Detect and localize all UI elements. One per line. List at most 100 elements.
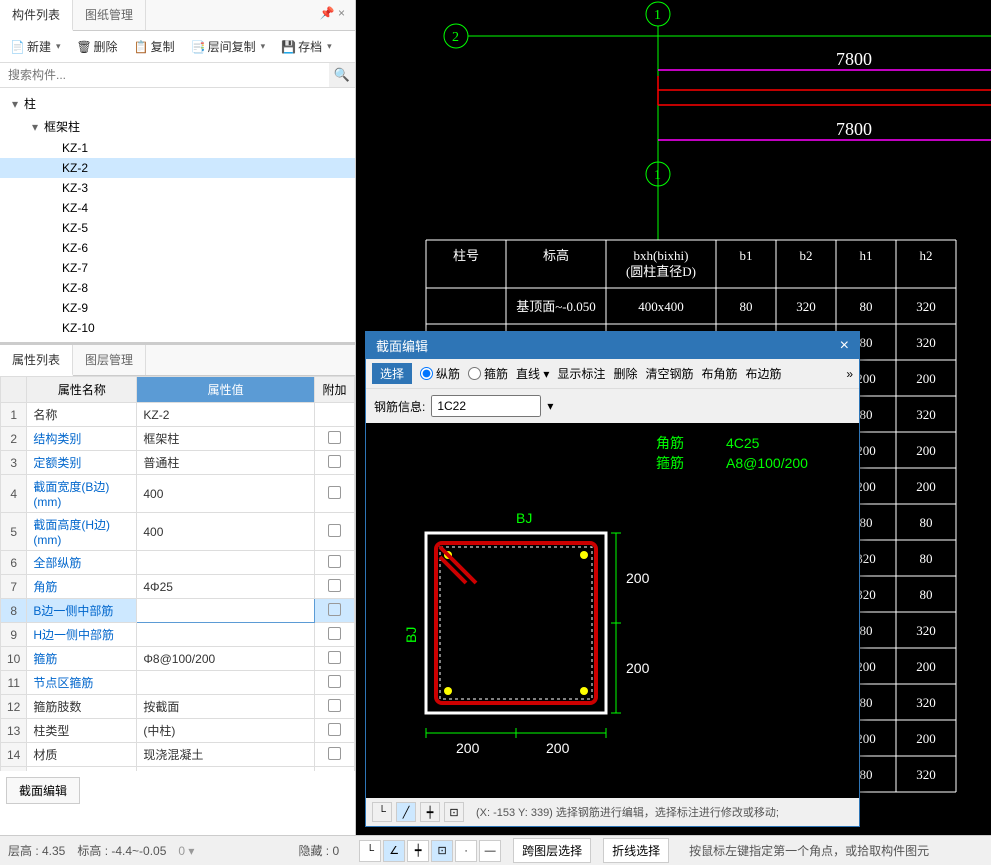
rebar-info-input[interactable] [431, 395, 541, 417]
svg-text:80: 80 [920, 587, 933, 602]
cross-layer-select-button[interactable]: 跨图层选择 [513, 838, 591, 863]
svg-text:200: 200 [456, 740, 480, 756]
property-row[interactable]: 2 结构类别 框架柱 [1, 427, 355, 451]
delete-button[interactable]: 🗑删除 [71, 35, 124, 58]
component-list-tabs: 构件列表 图纸管理 📌 × [0, 0, 355, 31]
property-row[interactable]: 10 箍筋 Φ8@100/200 [1, 647, 355, 671]
tree-item[interactable]: KZ-6 [0, 238, 355, 258]
tree-item[interactable]: KZ-7 [0, 258, 355, 278]
svg-text:80: 80 [740, 299, 753, 314]
show-label-button[interactable]: 显示标注 [557, 365, 605, 382]
property-row[interactable]: 12 箍筋肢数 按截面 [1, 695, 355, 719]
tree-root[interactable]: ▾柱 [0, 92, 355, 115]
property-row[interactable]: 13 柱类型 (中柱) [1, 719, 355, 743]
ortho-icon[interactable]: └ [372, 802, 392, 822]
svg-text:80: 80 [860, 623, 873, 638]
svg-text:400x400: 400x400 [638, 299, 684, 314]
property-table: 属性名称 属性值 附加 1 名称 KZ-2 2 结构类别 框架柱 3 定额类别 … [0, 376, 355, 771]
tree-item[interactable]: KZ-8 [0, 278, 355, 298]
archive-icon: 💾 [281, 40, 295, 54]
tree-item[interactable]: KZ-2 [0, 158, 355, 178]
dim-7800-a: 7800 [836, 49, 872, 69]
svg-text:80: 80 [860, 515, 873, 530]
edge-rebar-button[interactable]: 布边筋 [745, 365, 781, 382]
component-toolbar: 📄新建 🗑删除 📋复制 📑层间复制 💾存档 [0, 31, 355, 63]
property-row[interactable]: 8 B边一侧中部筋 [1, 599, 355, 623]
svg-text:80: 80 [860, 299, 873, 314]
svg-text:4C25: 4C25 [726, 435, 760, 451]
svg-text:80: 80 [860, 335, 873, 350]
tree-item[interactable]: KZ-4 [0, 198, 355, 218]
radio-longitudinal[interactable]: 纵筋 [420, 365, 460, 382]
copy-button[interactable]: 📋复制 [128, 35, 181, 58]
dialog-status-text: (X: -153 Y: 339) 选择钢筋进行编辑，选择标注进行修改或移动; [476, 804, 779, 820]
svg-text:320: 320 [916, 767, 936, 782]
delete-rebar-button[interactable]: 删除 [613, 365, 637, 382]
tree-item[interactable]: KZ-1 [0, 138, 355, 158]
property-row[interactable]: 3 定额类别 普通柱 [1, 451, 355, 475]
component-tree: ▾柱 ▾框架柱KZ-1KZ-2KZ-3KZ-4KZ-5KZ-6KZ-7KZ-8K… [0, 88, 355, 342]
line-tool[interactable]: 直线 ▾ [516, 365, 549, 382]
floor-copy-button[interactable]: 📑层间复制 [185, 35, 272, 58]
property-row[interactable]: 5 截面高度(H边)(mm) 400 [1, 513, 355, 551]
tree-item[interactable]: KZ-10 [0, 318, 355, 338]
svg-text:h2: h2 [920, 248, 933, 263]
svg-text:200: 200 [916, 731, 936, 746]
cross-toggle[interactable]: ┿ [407, 840, 429, 862]
tab-component-list[interactable]: 构件列表 [0, 0, 73, 31]
svg-text:A8@100/200: A8@100/200 [726, 455, 808, 471]
tab-property-list[interactable]: 属性列表 [0, 345, 73, 376]
status-elevation: 标高 : -4.4~-0.05 [77, 842, 166, 859]
copy-icon: 📋 [134, 40, 148, 54]
svg-text:h1: h1 [860, 248, 873, 263]
archive-button[interactable]: 💾存档 [275, 35, 338, 58]
dialog-toolbar: 选择 纵筋 箍筋 直线 ▾ 显示标注 删除 清空钢筋 布角筋 布边筋 » [366, 359, 859, 388]
property-row[interactable]: 4 截面宽度(B边)(mm) 400 [1, 475, 355, 513]
svg-text:200: 200 [916, 659, 936, 674]
point-toggle[interactable]: · [455, 840, 477, 862]
angle-toggle[interactable]: ∠ [383, 840, 405, 862]
radio-stirrup[interactable]: 箍筋 [468, 365, 508, 382]
snap-icon[interactable]: ╱ [396, 802, 416, 822]
property-row[interactable]: 6 全部纵筋 [1, 551, 355, 575]
tree-item[interactable]: KZ-9 [0, 298, 355, 318]
section-edit-button[interactable]: 截面编辑 [6, 777, 80, 804]
close-icon[interactable]: × [840, 337, 849, 355]
ortho-toggle[interactable]: └ [359, 840, 381, 862]
chevron-right-icon[interactable]: » [846, 367, 853, 381]
corner-rebar-button[interactable]: 布角筋 [701, 365, 737, 382]
property-row[interactable]: 14 材质 现浇混凝土 [1, 743, 355, 767]
property-row[interactable]: 11 节点区箍筋 [1, 671, 355, 695]
svg-text:标高: 标高 [543, 248, 569, 263]
svg-text:80: 80 [920, 515, 933, 530]
section-canvas[interactable]: 角筋 箍筋 4C25 A8@100/200 BJ BJ 200 [366, 423, 859, 803]
property-row[interactable]: 1 名称 KZ-2 [1, 403, 355, 427]
snap2-icon[interactable]: ⊡ [444, 802, 464, 822]
svg-text:320: 320 [916, 623, 936, 638]
cross-icon[interactable]: ┿ [420, 802, 440, 822]
clear-rebar-button[interactable]: 清空钢筋 [645, 365, 693, 382]
line-toggle[interactable]: — [479, 840, 501, 862]
svg-text:200: 200 [916, 479, 936, 494]
tree-item[interactable]: KZ-3 [0, 178, 355, 198]
property-row[interactable]: 9 H边一侧中部筋 [1, 623, 355, 647]
svg-text:320: 320 [916, 299, 936, 314]
svg-text:320: 320 [916, 335, 936, 350]
search-button[interactable]: 🔍 [329, 63, 355, 87]
tree-group[interactable]: ▾框架柱 [0, 115, 355, 138]
polyline-select-button[interactable]: 折线选择 [603, 838, 669, 863]
dropdown-icon[interactable]: ▾ [547, 399, 553, 413]
pin-icon[interactable]: 📌 × [310, 0, 355, 30]
svg-text:角筋: 角筋 [656, 435, 684, 451]
select-tool[interactable]: 选择 [372, 363, 412, 384]
snap-toggle[interactable]: ⊡ [431, 840, 453, 862]
new-button[interactable]: 📄新建 [4, 35, 67, 58]
property-row[interactable]: 7 角筋 4Φ25 [1, 575, 355, 599]
tab-drawing-mgmt[interactable]: 图纸管理 [73, 0, 146, 30]
property-row[interactable]: 15 混凝土类型 (半干硬性砼砾石粒径(... [1, 767, 355, 772]
tree-item[interactable]: KZ-5 [0, 218, 355, 238]
tab-layer-mgmt[interactable]: 图层管理 [73, 345, 146, 375]
svg-text:80: 80 [860, 767, 873, 782]
search-input[interactable] [0, 63, 329, 87]
floor-copy-icon: 📑 [191, 40, 205, 54]
